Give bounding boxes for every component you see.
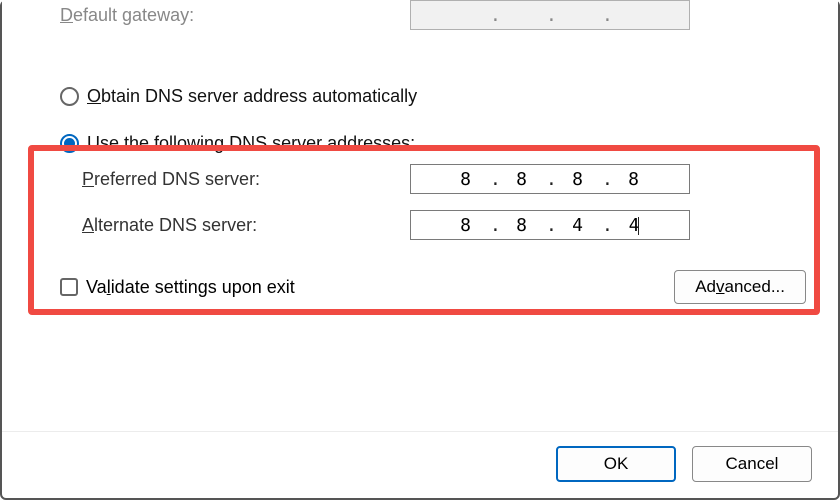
alternate-dns-label: Alternate DNS server: xyxy=(82,215,400,236)
alternate-dns-input[interactable]: 8 . 8 . 4 . 4 xyxy=(410,210,690,240)
default-gateway-label: Default gateway: xyxy=(60,5,400,26)
radio-icon xyxy=(60,87,79,106)
preferred-dns-input[interactable]: 8 . 8 . 8 . 8 xyxy=(410,164,690,194)
ok-button[interactable]: OK xyxy=(556,446,676,482)
validate-label: Validate settings upon exit xyxy=(86,277,295,298)
validate-checkbox[interactable] xyxy=(60,278,78,296)
dns-auto-label: Obtain DNS server address automatically xyxy=(87,86,417,107)
radio-icon-checked xyxy=(60,134,79,153)
cancel-button[interactable]: Cancel xyxy=(692,446,812,482)
dns-manual-label: Use the following DNS server addresses: xyxy=(87,133,415,154)
dns-manual-radio[interactable]: Use the following DNS server addresses: xyxy=(22,113,818,160)
advanced-button[interactable]: Advanced... xyxy=(674,270,806,304)
dns-auto-radio[interactable]: Obtain DNS server address automatically xyxy=(22,72,818,113)
default-gateway-input: . . . xyxy=(410,0,690,30)
preferred-dns-label: Preferred DNS server: xyxy=(82,169,400,190)
